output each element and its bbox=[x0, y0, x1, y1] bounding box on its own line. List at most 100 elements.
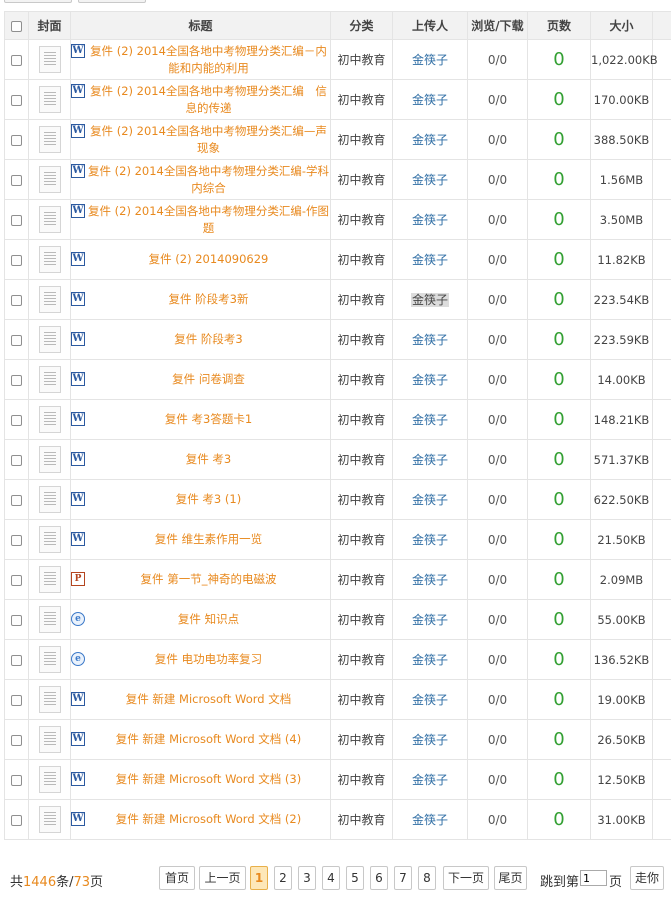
row-select-cell[interactable] bbox=[4, 759, 29, 800]
cover-cell[interactable] bbox=[28, 239, 71, 280]
cover-thumbnail[interactable] bbox=[38, 326, 61, 353]
cover-thumbnail[interactable] bbox=[38, 566, 61, 593]
uploader-link[interactable]: 金筷子 bbox=[412, 133, 448, 147]
row-checkbox[interactable] bbox=[11, 414, 22, 426]
cover-cell[interactable] bbox=[28, 559, 71, 600]
file-title-link[interactable]: 复件 新建 Microsoft Word 文档 (4) bbox=[87, 731, 330, 748]
select-all-cell[interactable] bbox=[4, 11, 29, 40]
cover-cell[interactable] bbox=[28, 759, 71, 800]
row-checkbox[interactable] bbox=[11, 254, 22, 266]
uploader-link[interactable]: 金筷子 bbox=[412, 733, 448, 747]
cover-cell[interactable] bbox=[28, 319, 71, 360]
row-select-cell[interactable] bbox=[4, 199, 29, 240]
go-button[interactable]: 走你 bbox=[630, 866, 664, 890]
uploader-link[interactable]: 金筷子 bbox=[412, 53, 448, 67]
cover-thumbnail[interactable] bbox=[38, 286, 61, 313]
prev-page-button[interactable]: 上一页 bbox=[199, 866, 246, 890]
cover-thumbnail[interactable] bbox=[38, 166, 61, 193]
cover-cell[interactable] bbox=[28, 39, 71, 80]
row-select-cell[interactable] bbox=[4, 679, 29, 720]
file-title-link[interactable]: 复件 (2) 2014090629 bbox=[87, 251, 330, 268]
file-title-link[interactable]: 复件 (2) 2014全国各地中考物理分类汇编 信息的传递 bbox=[87, 83, 330, 117]
file-title-link[interactable]: 复件 考3 (1) bbox=[87, 491, 330, 508]
page-number-button[interactable]: 7 bbox=[394, 866, 412, 890]
file-title-link[interactable]: 复件 考3 bbox=[87, 451, 330, 468]
select-all-checkbox[interactable] bbox=[11, 20, 22, 32]
row-checkbox[interactable] bbox=[11, 454, 22, 466]
cover-cell[interactable] bbox=[28, 799, 71, 840]
cover-cell[interactable] bbox=[28, 199, 71, 240]
cover-thumbnail[interactable] bbox=[38, 206, 61, 233]
uploader-link[interactable]: 金筷子 bbox=[412, 613, 448, 627]
row-select-cell[interactable] bbox=[4, 639, 29, 680]
uploader-link[interactable]: 金筷子 bbox=[412, 333, 448, 347]
row-checkbox[interactable] bbox=[11, 814, 22, 826]
cover-cell[interactable] bbox=[28, 639, 71, 680]
row-checkbox[interactable] bbox=[11, 134, 22, 146]
file-title-link[interactable]: 复件 阶段考3 bbox=[87, 331, 330, 348]
row-select-cell[interactable] bbox=[4, 359, 29, 400]
row-select-cell[interactable] bbox=[4, 799, 29, 840]
cover-thumbnail[interactable] bbox=[38, 686, 61, 713]
cover-thumbnail[interactable] bbox=[38, 246, 61, 273]
file-title-link[interactable]: 复件 第一节_神奇的电磁波 bbox=[87, 571, 330, 588]
file-title-link[interactable]: 复件 新建 Microsoft Word 文档 bbox=[87, 691, 330, 708]
cover-cell[interactable] bbox=[28, 159, 71, 200]
uploader-link[interactable]: 金筷子 bbox=[412, 533, 448, 547]
uploader-link[interactable]: 金筷子 bbox=[412, 813, 448, 827]
row-checkbox[interactable] bbox=[11, 94, 22, 106]
uploader-link[interactable]: 金筷子 bbox=[412, 93, 448, 107]
row-select-cell[interactable] bbox=[4, 79, 29, 120]
file-title-link[interactable]: 复件 (2) 2014全国各地中考物理分类汇编-学科内综合 bbox=[87, 163, 330, 197]
row-checkbox[interactable] bbox=[11, 774, 22, 786]
row-select-cell[interactable] bbox=[4, 399, 29, 440]
row-checkbox[interactable] bbox=[11, 734, 22, 746]
page-number-button[interactable]: 1 bbox=[250, 866, 268, 890]
file-title-link[interactable]: 复件 考3答题卡1 bbox=[87, 411, 330, 428]
uploader-link[interactable]: 金筷子 bbox=[412, 253, 448, 267]
page-number-button[interactable]: 3 bbox=[298, 866, 316, 890]
row-checkbox[interactable] bbox=[11, 494, 22, 506]
cover-thumbnail[interactable] bbox=[38, 526, 61, 553]
uploader-link[interactable]: 金筷子 bbox=[412, 493, 448, 507]
file-title-link[interactable]: 复件 (2) 2014全国各地中考物理分类汇编－内能和内能的利用 bbox=[87, 43, 330, 77]
row-checkbox[interactable] bbox=[11, 694, 22, 706]
row-checkbox[interactable] bbox=[11, 174, 22, 186]
file-title-link[interactable]: 复件 电功电功率复习 bbox=[87, 651, 330, 668]
row-checkbox[interactable] bbox=[11, 654, 22, 666]
cover-cell[interactable] bbox=[28, 479, 71, 520]
file-title-link[interactable]: 复件 新建 Microsoft Word 文档 (2) bbox=[87, 811, 330, 828]
jump-page-input[interactable] bbox=[580, 870, 607, 886]
cover-cell[interactable] bbox=[28, 119, 71, 160]
file-title-link[interactable]: 复件 (2) 2014全国各地中考物理分类汇编—声现象 bbox=[87, 123, 330, 157]
cover-cell[interactable] bbox=[28, 519, 71, 560]
file-title-link[interactable]: 复件 知识点 bbox=[87, 611, 330, 628]
cover-thumbnail[interactable] bbox=[38, 406, 61, 433]
row-checkbox[interactable] bbox=[11, 294, 22, 306]
row-select-cell[interactable] bbox=[4, 719, 29, 760]
row-checkbox[interactable] bbox=[11, 214, 22, 226]
cover-thumbnail[interactable] bbox=[38, 86, 61, 113]
uploader-link[interactable]: 金筷子 bbox=[412, 413, 448, 427]
cover-cell[interactable] bbox=[28, 599, 71, 640]
cover-thumbnail[interactable] bbox=[38, 766, 61, 793]
row-select-cell[interactable] bbox=[4, 239, 29, 280]
file-title-link[interactable]: 复件 维生素作用一览 bbox=[87, 531, 330, 548]
first-page-button[interactable]: 首页 bbox=[159, 866, 195, 890]
row-checkbox[interactable] bbox=[11, 374, 22, 386]
row-checkbox[interactable] bbox=[11, 614, 22, 626]
uploader-link[interactable]: 金筷子 bbox=[412, 213, 448, 227]
cover-cell[interactable] bbox=[28, 279, 71, 320]
row-checkbox[interactable] bbox=[11, 574, 22, 586]
cover-thumbnail[interactable] bbox=[38, 446, 61, 473]
file-title-link[interactable]: 复件 阶段考3新 bbox=[87, 291, 330, 308]
cover-thumbnail[interactable] bbox=[38, 366, 61, 393]
page-number-button[interactable]: 6 bbox=[370, 866, 388, 890]
cover-cell[interactable] bbox=[28, 359, 71, 400]
row-select-cell[interactable] bbox=[4, 439, 29, 480]
uploader-link[interactable]: 金筷子 bbox=[412, 373, 448, 387]
row-select-cell[interactable] bbox=[4, 599, 29, 640]
row-select-cell[interactable] bbox=[4, 479, 29, 520]
cover-cell[interactable] bbox=[28, 79, 71, 120]
uploader-link[interactable]: 金筷子 bbox=[412, 573, 448, 587]
